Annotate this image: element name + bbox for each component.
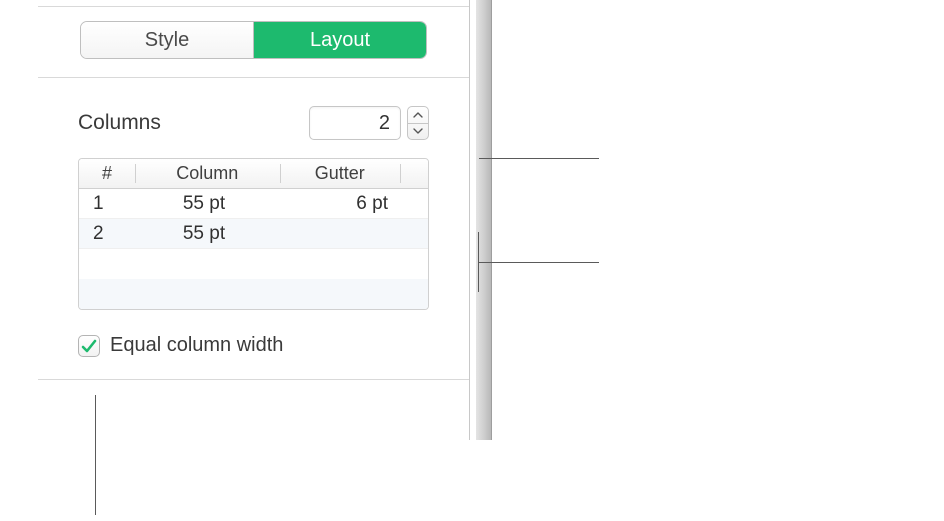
cell-column[interactable]: 55 pt <box>135 219 273 248</box>
equal-width-checkbox[interactable] <box>78 335 100 357</box>
stepper-down-button[interactable] <box>408 123 428 140</box>
columns-table: # Column Gutter 1 55 pt 6 pt 2 55 pt <box>78 158 429 310</box>
callout-leader <box>479 158 599 159</box>
segmented-control: Style Layout <box>80 21 427 59</box>
table-row[interactable]: 1 55 pt 6 pt <box>79 189 428 219</box>
table-row-empty <box>79 249 428 279</box>
table-body: 1 55 pt 6 pt 2 55 pt <box>79 189 428 309</box>
columns-input[interactable] <box>309 106 401 140</box>
layout-panel: Style Layout Columns # Column Gutter <box>38 0 470 440</box>
callout-leader <box>95 395 96 515</box>
divider <box>38 77 469 78</box>
cell-column[interactable]: 55 pt <box>135 189 273 218</box>
header-column[interactable]: Column <box>135 159 280 188</box>
callout-leader <box>479 262 599 263</box>
columns-label: Columns <box>78 111 161 135</box>
header-num[interactable]: # <box>79 159 135 188</box>
stepper-up-button[interactable] <box>408 107 428 123</box>
tab-layout[interactable]: Layout <box>253 22 426 58</box>
divider <box>38 379 469 380</box>
header-gutter[interactable]: Gutter <box>280 159 400 188</box>
panel-edge <box>476 0 492 440</box>
table-row-empty <box>79 279 428 309</box>
equal-width-row: Equal column width <box>78 334 429 357</box>
columns-row: Columns <box>78 106 429 140</box>
equal-width-label: Equal column width <box>110 334 283 357</box>
table-row[interactable]: 2 55 pt <box>79 219 428 249</box>
cell-num: 2 <box>79 219 135 248</box>
chevron-up-icon <box>413 112 423 118</box>
stepper <box>407 106 429 140</box>
cell-gutter[interactable]: 6 pt <box>273 189 400 218</box>
checkmark-icon <box>81 338 97 354</box>
cell-num: 1 <box>79 189 135 218</box>
divider <box>38 6 469 7</box>
columns-stepper <box>309 106 429 140</box>
header-end <box>400 159 428 188</box>
tab-style[interactable]: Style <box>81 22 253 58</box>
chevron-down-icon <box>413 128 423 134</box>
callout-leader <box>478 232 479 292</box>
table-header: # Column Gutter <box>79 159 428 189</box>
cell-gutter[interactable] <box>273 219 400 248</box>
